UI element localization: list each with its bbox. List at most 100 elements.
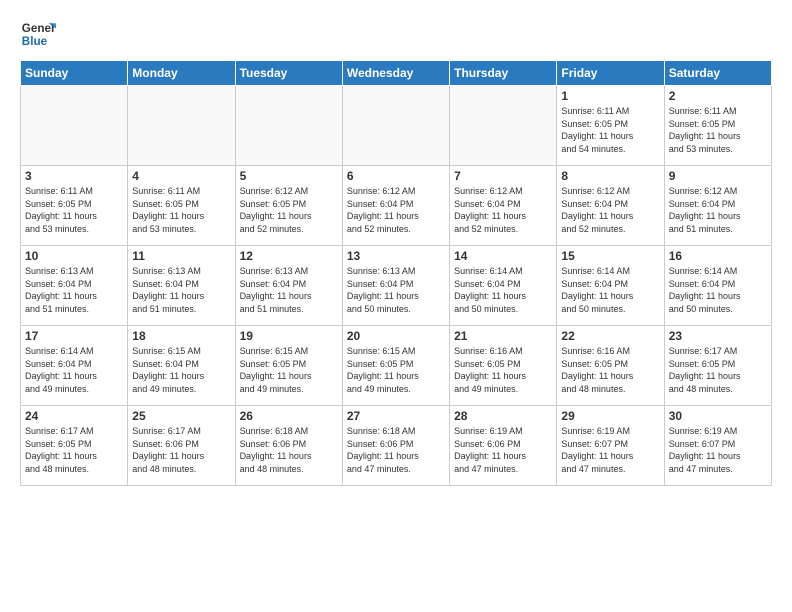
day-number: 30: [669, 409, 767, 423]
day-info: Sunrise: 6:15 AM Sunset: 6:04 PM Dayligh…: [132, 345, 230, 395]
day-info: Sunrise: 6:19 AM Sunset: 6:07 PM Dayligh…: [561, 425, 659, 475]
day-cell: 30 Sunrise: 6:19 AM Sunset: 6:07 PM Dayli…: [664, 406, 771, 486]
day-number: 16: [669, 249, 767, 263]
day-number: 3: [25, 169, 123, 183]
day-cell: 16 Sunrise: 6:14 AM Sunset: 6:04 PM Dayli…: [664, 246, 771, 326]
week-row-1: 1 Sunrise: 6:11 AM Sunset: 6:05 PM Daylig…: [21, 86, 772, 166]
day-info: Sunrise: 6:13 AM Sunset: 6:04 PM Dayligh…: [240, 265, 338, 315]
day-info: Sunrise: 6:18 AM Sunset: 6:06 PM Dayligh…: [347, 425, 445, 475]
day-cell: 2 Sunrise: 6:11 AM Sunset: 6:05 PM Daylig…: [664, 86, 771, 166]
week-row-4: 17 Sunrise: 6:14 AM Sunset: 6:04 PM Dayli…: [21, 326, 772, 406]
day-info: Sunrise: 6:12 AM Sunset: 6:04 PM Dayligh…: [347, 185, 445, 235]
day-info: Sunrise: 6:17 AM Sunset: 6:05 PM Dayligh…: [25, 425, 123, 475]
day-info: Sunrise: 6:12 AM Sunset: 6:04 PM Dayligh…: [561, 185, 659, 235]
day-number: 11: [132, 249, 230, 263]
day-cell: 19 Sunrise: 6:15 AM Sunset: 6:05 PM Dayli…: [235, 326, 342, 406]
day-cell: 8 Sunrise: 6:12 AM Sunset: 6:04 PM Daylig…: [557, 166, 664, 246]
day-info: Sunrise: 6:13 AM Sunset: 6:04 PM Dayligh…: [132, 265, 230, 315]
day-info: Sunrise: 6:15 AM Sunset: 6:05 PM Dayligh…: [347, 345, 445, 395]
day-cell: [450, 86, 557, 166]
page: General Blue SundayMondayTuesdayWednesda…: [0, 0, 792, 612]
day-cell: 13 Sunrise: 6:13 AM Sunset: 6:04 PM Dayli…: [342, 246, 449, 326]
day-info: Sunrise: 6:19 AM Sunset: 6:07 PM Dayligh…: [669, 425, 767, 475]
day-number: 8: [561, 169, 659, 183]
day-number: 27: [347, 409, 445, 423]
day-cell: 18 Sunrise: 6:15 AM Sunset: 6:04 PM Dayli…: [128, 326, 235, 406]
day-cell: 15Sunrise: 6:14 AM Sunset: 6:04 PM Dayli…: [557, 246, 664, 326]
day-info: Sunrise: 6:14 AM Sunset: 6:04 PM Dayligh…: [454, 265, 552, 315]
day-number: 23: [669, 329, 767, 343]
day-cell: [128, 86, 235, 166]
header: General Blue: [20, 16, 772, 52]
day-info: Sunrise: 6:12 AM Sunset: 6:04 PM Dayligh…: [669, 185, 767, 235]
day-number: 28: [454, 409, 552, 423]
day-info: Sunrise: 6:17 AM Sunset: 6:05 PM Dayligh…: [669, 345, 767, 395]
day-info: Sunrise: 6:11 AM Sunset: 6:05 PM Dayligh…: [25, 185, 123, 235]
day-number: 14: [454, 249, 552, 263]
day-info: Sunrise: 6:13 AM Sunset: 6:04 PM Dayligh…: [25, 265, 123, 315]
day-cell: 12 Sunrise: 6:13 AM Sunset: 6:04 PM Dayli…: [235, 246, 342, 326]
weekday-header-thursday: Thursday: [450, 61, 557, 86]
svg-text:Blue: Blue: [22, 35, 48, 48]
day-number: 22: [561, 329, 659, 343]
day-number: 9: [669, 169, 767, 183]
day-cell: 9 Sunrise: 6:12 AM Sunset: 6:04 PM Daylig…: [664, 166, 771, 246]
day-number: 7: [454, 169, 552, 183]
day-cell: 25Sunrise: 6:17 AM Sunset: 6:06 PM Dayli…: [128, 406, 235, 486]
day-info: Sunrise: 6:11 AM Sunset: 6:05 PM Dayligh…: [669, 105, 767, 155]
day-number: 20: [347, 329, 445, 343]
weekday-header-tuesday: Tuesday: [235, 61, 342, 86]
day-cell: [21, 86, 128, 166]
day-cell: 17 Sunrise: 6:14 AM Sunset: 6:04 PM Dayli…: [21, 326, 128, 406]
day-info: Sunrise: 6:12 AM Sunset: 6:04 PM Dayligh…: [454, 185, 552, 235]
day-number: 13: [347, 249, 445, 263]
day-info: Sunrise: 6:11 AM Sunset: 6:05 PM Dayligh…: [561, 105, 659, 155]
day-info: Sunrise: 6:14 AM Sunset: 6:04 PM Dayligh…: [669, 265, 767, 315]
day-info: Sunrise: 6:16 AM Sunset: 6:05 PM Dayligh…: [561, 345, 659, 395]
weekday-header-monday: Monday: [128, 61, 235, 86]
week-row-5: 24 Sunrise: 6:17 AM Sunset: 6:05 PM Dayli…: [21, 406, 772, 486]
day-cell: 26Sunrise: 6:18 AM Sunset: 6:06 PM Dayli…: [235, 406, 342, 486]
day-cell: 3 Sunrise: 6:11 AM Sunset: 6:05 PM Daylig…: [21, 166, 128, 246]
day-info: Sunrise: 6:12 AM Sunset: 6:05 PM Dayligh…: [240, 185, 338, 235]
day-cell: [342, 86, 449, 166]
day-cell: [235, 86, 342, 166]
day-number: 19: [240, 329, 338, 343]
day-info: Sunrise: 6:14 AM Sunset: 6:04 PM Dayligh…: [25, 345, 123, 395]
weekday-header-saturday: Saturday: [664, 61, 771, 86]
day-info: Sunrise: 6:15 AM Sunset: 6:05 PM Dayligh…: [240, 345, 338, 395]
day-number: 24: [25, 409, 123, 423]
day-number: 6: [347, 169, 445, 183]
week-row-2: 3 Sunrise: 6:11 AM Sunset: 6:05 PM Daylig…: [21, 166, 772, 246]
day-number: 5: [240, 169, 338, 183]
weekday-header-wednesday: Wednesday: [342, 61, 449, 86]
day-number: 15: [561, 249, 659, 263]
day-info: Sunrise: 6:19 AM Sunset: 6:06 PM Dayligh…: [454, 425, 552, 475]
day-number: 21: [454, 329, 552, 343]
day-info: Sunrise: 6:13 AM Sunset: 6:04 PM Dayligh…: [347, 265, 445, 315]
day-number: 18: [132, 329, 230, 343]
day-cell: 11 Sunrise: 6:13 AM Sunset: 6:04 PM Dayli…: [128, 246, 235, 326]
day-cell: 28 Sunrise: 6:19 AM Sunset: 6:06 PM Dayli…: [450, 406, 557, 486]
logo-icon: General Blue: [20, 16, 56, 52]
day-cell: 21Sunrise: 6:16 AM Sunset: 6:05 PM Dayli…: [450, 326, 557, 406]
day-cell: 24 Sunrise: 6:17 AM Sunset: 6:05 PM Dayli…: [21, 406, 128, 486]
weekday-header-row: SundayMondayTuesdayWednesdayThursdayFrid…: [21, 61, 772, 86]
day-cell: 10Sunrise: 6:13 AM Sunset: 6:04 PM Dayli…: [21, 246, 128, 326]
weekday-header-friday: Friday: [557, 61, 664, 86]
day-number: 12: [240, 249, 338, 263]
day-cell: 27 Sunrise: 6:18 AM Sunset: 6:06 PM Dayli…: [342, 406, 449, 486]
calendar-table: SundayMondayTuesdayWednesdayThursdayFrid…: [20, 60, 772, 486]
day-number: 1: [561, 89, 659, 103]
day-cell: 14 Sunrise: 6:14 AM Sunset: 6:04 PM Dayli…: [450, 246, 557, 326]
day-number: 26: [240, 409, 338, 423]
day-info: Sunrise: 6:17 AM Sunset: 6:06 PM Dayligh…: [132, 425, 230, 475]
day-cell: 7 Sunrise: 6:12 AM Sunset: 6:04 PM Daylig…: [450, 166, 557, 246]
day-number: 17: [25, 329, 123, 343]
day-cell: 5 Sunrise: 6:12 AM Sunset: 6:05 PM Daylig…: [235, 166, 342, 246]
weekday-header-sunday: Sunday: [21, 61, 128, 86]
day-number: 2: [669, 89, 767, 103]
day-cell: 29Sunrise: 6:19 AM Sunset: 6:07 PM Dayli…: [557, 406, 664, 486]
logo: General Blue: [20, 16, 56, 52]
day-cell: 1 Sunrise: 6:11 AM Sunset: 6:05 PM Daylig…: [557, 86, 664, 166]
